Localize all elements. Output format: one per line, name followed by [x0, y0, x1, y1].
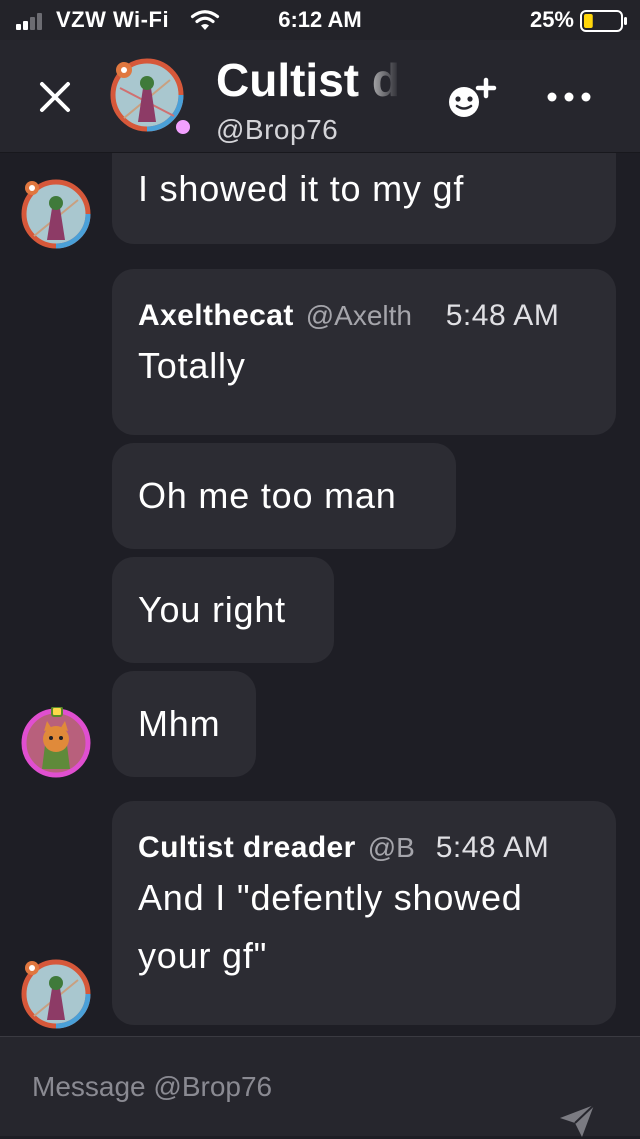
message-handle: @Axelth	[305, 300, 412, 331]
message-text: Oh me too man	[138, 475, 397, 516]
message-input[interactable]	[32, 1065, 532, 1109]
message-text: I showed it to my gf	[138, 168, 465, 209]
status-bar: VZW Wi-Fi 6:12 AM 25%	[0, 0, 640, 40]
online-status-badge	[172, 116, 194, 138]
message-header: Axelthecat @Axelth 5:48 AM	[138, 299, 590, 333]
message-bubble[interactable]: Axelthecat @Axelth 5:48 AM Totally	[112, 269, 616, 435]
message-text: Totally	[138, 345, 246, 386]
message-text: You right	[138, 589, 286, 630]
send-icon[interactable]	[558, 1103, 596, 1139]
avatar[interactable]	[20, 178, 92, 250]
dm-header: Cultist d @Brop76	[0, 40, 640, 153]
battery-percentage: 25%	[529, 7, 574, 32]
message-bubble[interactable]: Oh me too man	[112, 443, 456, 549]
message-composer	[0, 1036, 640, 1139]
add-friend-icon[interactable]	[444, 76, 498, 122]
page-title: Cultist d	[216, 54, 400, 106]
more-icon[interactable]	[546, 90, 592, 104]
message-timestamp: 5:48 AM	[445, 299, 560, 332]
message-bubble[interactable]: Mhm	[112, 671, 256, 777]
avatar[interactable]	[20, 958, 92, 1030]
header-handle: @Brop76	[216, 114, 339, 145]
battery-icon	[580, 10, 627, 32]
message-list[interactable]: I showed it to my gf Axelthecat @Axelth …	[0, 153, 640, 1035]
close-icon[interactable]	[36, 78, 74, 116]
message-bubble[interactable]: Cultist dreader @B 5:48 AM And I "defent…	[112, 801, 616, 1025]
message-text: And I "defently showed	[138, 877, 523, 918]
avatar[interactable]	[20, 707, 92, 779]
message-text: Mhm	[138, 703, 221, 744]
message-author[interactable]: Axelthecat	[138, 299, 294, 333]
message-handle: @B	[367, 832, 414, 863]
message-bubble[interactable]: I showed it to my gf	[112, 153, 616, 244]
message-author[interactable]: Cultist dreader	[138, 831, 356, 865]
message-text: your gf"	[138, 935, 268, 976]
message-bubble[interactable]: You right	[112, 557, 334, 663]
message-timestamp: 5:48 AM	[435, 831, 550, 864]
message-header: Cultist dreader @B 5:48 AM	[138, 831, 590, 865]
